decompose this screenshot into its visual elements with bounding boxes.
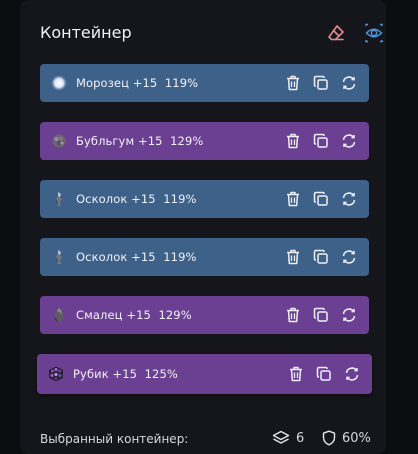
item-label: Смалец +15 129% (76, 308, 192, 322)
item-label: Осколок +15 119% (76, 250, 197, 264)
item-label: Морозец +15 119% (76, 76, 199, 90)
refresh-button[interactable] (339, 131, 359, 151)
trash-icon (290, 366, 302, 382)
layers-stat: 6 (272, 430, 304, 446)
list-item[interactable]: Смалец +15 129% (40, 296, 369, 334)
delete-button[interactable] (283, 247, 303, 267)
copy-button[interactable] (311, 131, 331, 151)
refresh-icon (342, 134, 356, 148)
list-item[interactable]: Осколок +15 119% (40, 238, 369, 276)
panel-header: Контейнер (40, 22, 386, 46)
copy-icon (316, 366, 331, 381)
refresh-icon (342, 192, 356, 206)
defense-value: 60% (342, 430, 371, 446)
frost-orb-icon (50, 74, 68, 92)
eraser-icon (328, 25, 344, 41)
item-label: Осколок +15 119% (76, 192, 197, 206)
lard-stone-icon (50, 306, 68, 324)
visibility-button[interactable] (362, 22, 386, 44)
refresh-icon (342, 250, 356, 264)
copy-button[interactable] (311, 189, 331, 209)
layers-icon (272, 430, 290, 444)
copy-icon (313, 191, 328, 206)
copy-button[interactable] (314, 364, 334, 384)
copy-icon (313, 133, 328, 148)
delete-button[interactable] (283, 131, 303, 151)
trash-icon (287, 249, 299, 265)
eye-icon (365, 23, 383, 43)
refresh-button[interactable] (339, 73, 359, 93)
refresh-button[interactable] (339, 247, 359, 267)
eraser-button[interactable] (324, 22, 348, 44)
copy-button[interactable] (311, 305, 331, 325)
delete-button[interactable] (283, 73, 303, 93)
shard-figure-icon (50, 190, 68, 208)
trash-icon (287, 191, 299, 207)
refresh-button[interactable] (342, 364, 362, 384)
layers-count: 6 (296, 430, 305, 446)
copy-icon (313, 307, 328, 322)
trash-icon (287, 75, 299, 91)
rubik-cube-icon (47, 365, 65, 383)
refresh-icon (342, 76, 356, 90)
list-item[interactable]: Бубльгум +15 129% (40, 122, 369, 160)
list-item[interactable]: Осколок +15 119% (40, 180, 369, 218)
shard-figure-icon (50, 248, 68, 266)
panel-title: Контейнер (40, 23, 132, 42)
trash-icon (287, 133, 299, 149)
shield-icon (322, 430, 336, 446)
copy-button[interactable] (311, 247, 331, 267)
defense-stat: 60% (322, 430, 371, 446)
copy-button[interactable] (311, 73, 331, 93)
delete-button[interactable] (286, 364, 306, 384)
item-label: Бубльгум +15 129% (76, 134, 204, 148)
item-label: Рубик +15 125% (73, 367, 178, 381)
delete-button[interactable] (283, 305, 303, 325)
bubblegum-gem-icon (50, 132, 68, 150)
list-item-selected[interactable]: Рубик +15 125% (37, 354, 372, 394)
copy-icon (313, 75, 328, 90)
selected-container-label: Выбранный контейнер: (40, 432, 189, 446)
refresh-button[interactable] (339, 189, 359, 209)
trash-icon (287, 307, 299, 323)
refresh-button[interactable] (339, 305, 359, 325)
footer: Выбранный контейнер: 6 60% (40, 430, 371, 450)
copy-icon (313, 249, 328, 264)
refresh-icon (342, 308, 356, 322)
list-item[interactable]: Морозец +15 119% (40, 64, 369, 102)
refresh-icon (345, 367, 359, 381)
delete-button[interactable] (283, 189, 303, 209)
